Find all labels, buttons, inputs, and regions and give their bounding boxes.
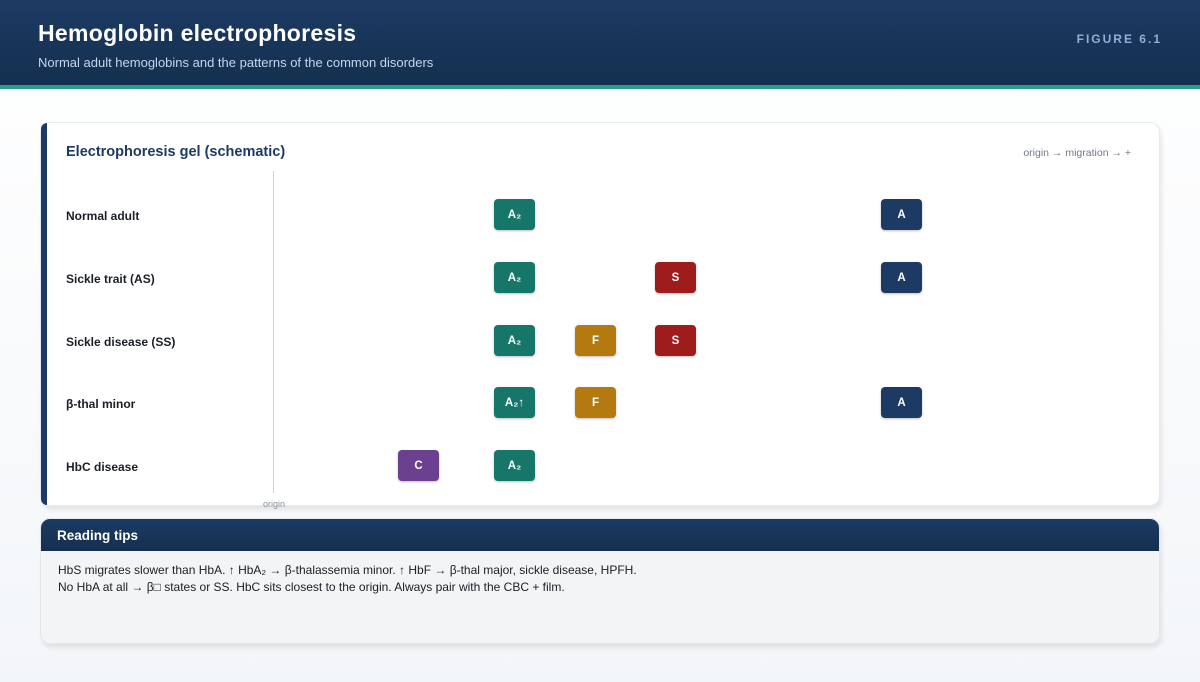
figure-label: FIGURE 6.1 <box>1076 32 1162 46</box>
header-accent-bar <box>0 85 1200 89</box>
origin-line <box>273 171 274 493</box>
origin-label: origin <box>263 499 286 509</box>
reading-tips-header: Reading tips <box>41 519 1159 551</box>
gel-title: Electrophoresis gel (schematic) <box>66 144 286 160</box>
reading-tip-line-1: HbS migrates slower than HbA. ↑ HbA₂ → β… <box>58 563 637 577</box>
lane-label: HbC disease <box>66 460 139 474</box>
page-header: Hemoglobin electrophoresis Normal adult … <box>0 0 1200 85</box>
gel-band-a2: A₂ <box>494 450 535 481</box>
page-subtitle: Normal adult hemoglobins and the pattern… <box>38 55 434 70</box>
reading-tips-title: Reading tips <box>57 528 139 543</box>
reading-tips-panel: Reading tips HbS migrates slower than Hb… <box>40 518 1160 644</box>
lane-label: Sickle trait (AS) <box>66 272 155 286</box>
gel-band-s: S <box>655 262 696 293</box>
gel-band-a2: A₂ <box>494 325 535 356</box>
lane-label: Sickle disease (SS) <box>66 335 176 349</box>
gel-band-a: A <box>881 387 922 418</box>
gel-band-a: A <box>881 199 922 230</box>
lane-label: β-thal minor <box>66 397 136 411</box>
reading-tip-line-2: No HbA at all → β□ states or SS. HbC sit… <box>58 580 565 594</box>
gel-band-a2: A₂↑ <box>494 387 535 418</box>
gel-band-a2: A₂ <box>494 262 535 293</box>
gel-band-f: F <box>575 387 616 418</box>
gel-band-s: S <box>655 325 696 356</box>
gel-band-a: A <box>881 262 922 293</box>
gel-band-a2: A₂ <box>494 199 535 230</box>
gel-band-f: F <box>575 325 616 356</box>
migration-direction-note: origin → migration → + <box>1023 147 1131 159</box>
gel-panel-stripe <box>41 123 47 505</box>
gel-band-c: C <box>398 450 439 481</box>
lane-label: Normal adult <box>66 209 140 223</box>
gel-panel: Electrophoresis gel (schematic) origin →… <box>40 122 1160 509</box>
page-title: Hemoglobin electrophoresis <box>38 20 357 46</box>
